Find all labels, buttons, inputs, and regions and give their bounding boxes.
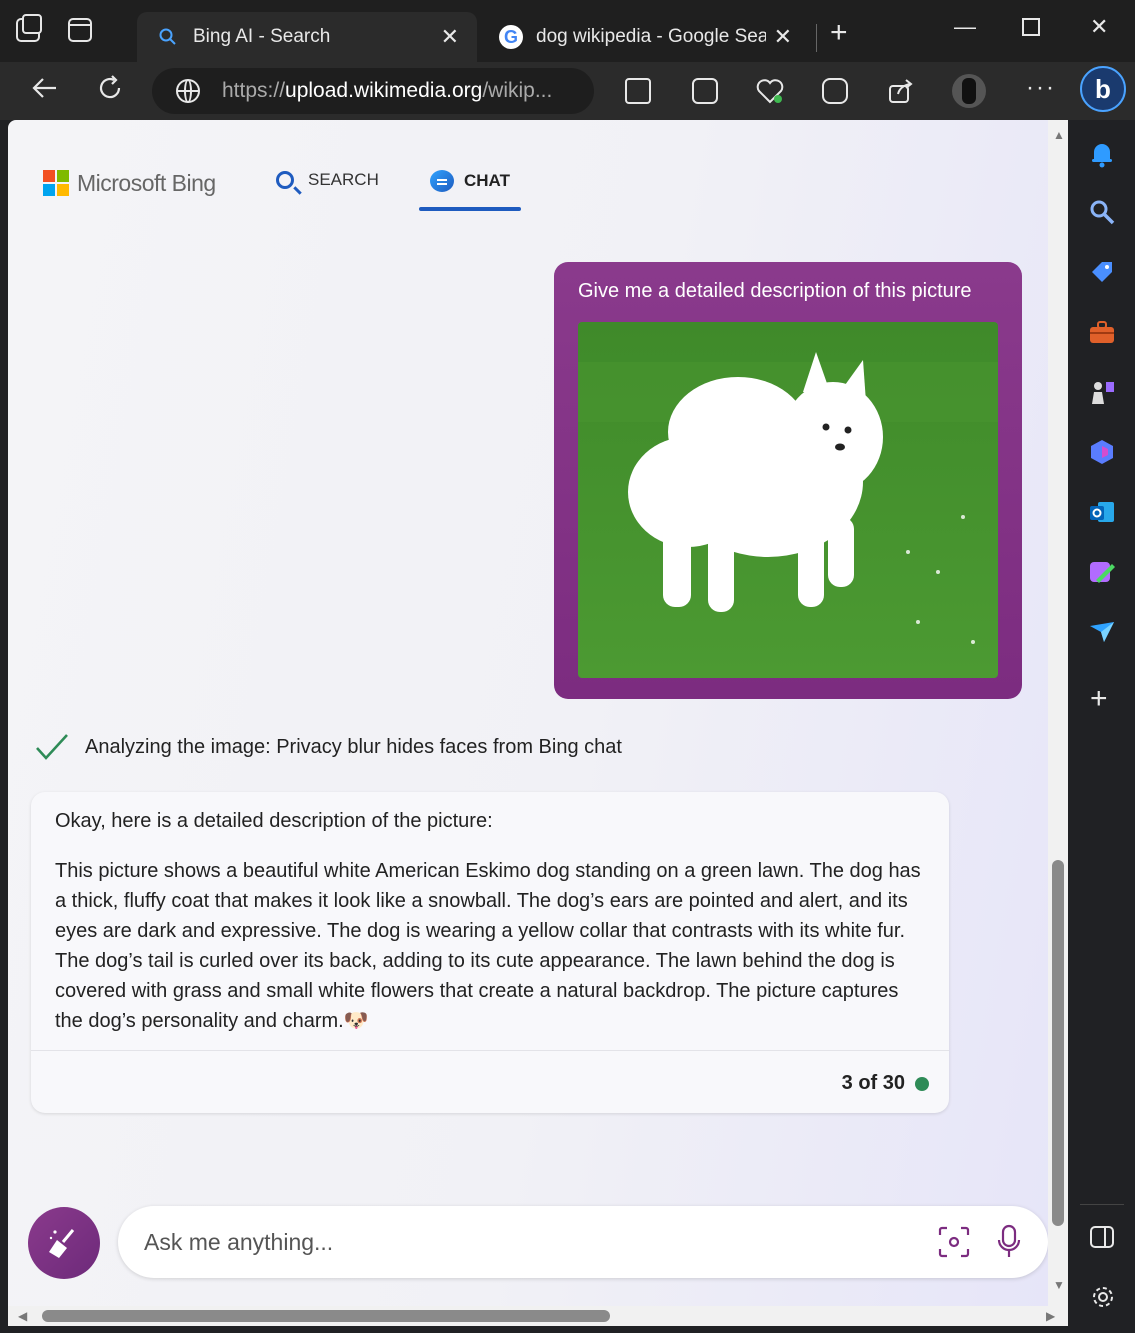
maximize-icon[interactable]: [1022, 18, 1040, 36]
vertical-tabs-icon[interactable]: [68, 18, 92, 42]
browser-window: Bing AI - Search ✕ G dog wikipedia - Goo…: [0, 0, 1135, 1333]
collections-icon[interactable]: [692, 78, 718, 104]
url-text: https://upload.wikimedia.org/wikip...: [222, 79, 553, 102]
more-icon[interactable]: ···: [1026, 74, 1056, 102]
tab-google-search[interactable]: G dog wikipedia - Google Search ✕: [480, 12, 810, 62]
minimize-icon[interactable]: —: [954, 14, 976, 40]
chat-input-box[interactable]: [118, 1206, 1048, 1278]
profile-avatar[interactable]: [952, 74, 986, 108]
brand-name[interactable]: Microsoft Bing: [77, 170, 216, 197]
bing-copilot-icon[interactable]: b: [1080, 66, 1126, 112]
shopping-icon[interactable]: [1088, 258, 1116, 286]
message-divider: [31, 1050, 949, 1051]
split-screen-icon[interactable]: [625, 78, 651, 104]
workspaces-icon[interactable]: [16, 14, 42, 42]
share-icon[interactable]: [888, 78, 914, 111]
nav-chat-tab[interactable]: CHAT: [430, 170, 510, 192]
back-icon[interactable]: [30, 74, 58, 109]
outlook-icon[interactable]: [1088, 498, 1116, 526]
nav-search-tab[interactable]: SEARCH: [276, 170, 379, 190]
tools-icon[interactable]: [1088, 318, 1116, 346]
vertical-scrollbar[interactable]: ▲ ▼: [1048, 120, 1068, 1306]
sidebar-divider: [1080, 1204, 1124, 1205]
chat-input[interactable]: [144, 1222, 904, 1262]
active-tab-indicator: [419, 207, 521, 211]
scroll-up-icon[interactable]: ▲: [1053, 128, 1065, 142]
checkmark-icon: [36, 734, 68, 760]
scroll-right-icon[interactable]: ▶: [1046, 1309, 1055, 1323]
search-icon[interactable]: [1088, 198, 1116, 226]
user-message-text: Give me a detailed description of this p…: [578, 280, 972, 302]
scroll-down-icon[interactable]: ▼: [1053, 1278, 1065, 1292]
add-icon[interactable]: +: [1090, 682, 1108, 716]
chat-icon: [430, 170, 454, 192]
uploaded-dog-image[interactable]: [578, 322, 998, 678]
bot-message: Okay, here is a detailed description of …: [31, 792, 949, 1113]
toolbar: https://upload.wikimedia.org/wikip... ··…: [0, 62, 1135, 120]
horizontal-scrollbar[interactable]: ◀ ▶: [8, 1306, 1068, 1326]
dog-emoji: 🐶: [343, 1010, 369, 1032]
close-icon[interactable]: ✕: [441, 24, 459, 50]
bot-message-body: This picture shows a beautiful white Ame…: [55, 860, 921, 1032]
bell-icon[interactable]: [1088, 140, 1116, 168]
user-message: Give me a detailed description of this p…: [554, 262, 1022, 699]
search-icon: [276, 171, 294, 189]
close-icon[interactable]: ✕: [774, 24, 792, 50]
scrollbar-thumb[interactable]: [42, 1310, 610, 1322]
send-icon[interactable]: [1088, 618, 1116, 646]
broom-icon: [49, 1229, 75, 1258]
tab-separator: [816, 24, 817, 52]
new-topic-button[interactable]: [28, 1207, 100, 1279]
address-bar[interactable]: https://upload.wikimedia.org/wikip...: [152, 68, 594, 114]
performance-icon[interactable]: [822, 78, 848, 104]
status-dot-icon: [915, 1076, 929, 1091]
visual-search-icon[interactable]: [938, 1226, 970, 1258]
tab-strip: Bing AI - Search ✕ G dog wikipedia - Goo…: [0, 0, 1135, 62]
microsoft-logo-icon: [43, 170, 69, 196]
tab-bing-ai[interactable]: Bing AI - Search ✕: [137, 12, 477, 62]
scrollbar-thumb[interactable]: [1052, 860, 1064, 1226]
scroll-left-icon[interactable]: ◀: [18, 1309, 27, 1323]
edge-sidebar: +: [1068, 120, 1135, 1333]
analysis-status: Analyzing the image: Privacy blur hides …: [35, 732, 622, 762]
sidebar-toggle-icon[interactable]: [1090, 1226, 1114, 1255]
microphone-icon[interactable]: [996, 1224, 1022, 1260]
search-icon: [155, 24, 181, 50]
status-text: Analyzing the image: Privacy blur hides …: [85, 735, 622, 758]
settings-icon[interactable]: [1090, 1284, 1116, 1317]
games-icon[interactable]: [1088, 378, 1116, 406]
close-window-icon[interactable]: ✕: [1090, 14, 1108, 40]
designer-icon[interactable]: [1088, 558, 1116, 586]
globe-icon: [176, 79, 200, 103]
office-icon[interactable]: [1088, 438, 1116, 466]
google-icon: G: [498, 24, 524, 50]
tab-title: dog wikipedia - Google Search: [536, 26, 766, 47]
browser-essentials-icon[interactable]: [756, 78, 784, 111]
bot-message-intro: Okay, here is a detailed description of …: [55, 810, 493, 832]
refresh-icon[interactable]: [96, 74, 124, 109]
turn-counter: 3 of 30: [842, 1072, 929, 1095]
new-tab-icon[interactable]: +: [830, 18, 848, 48]
tab-title: Bing AI - Search: [193, 26, 331, 47]
bing-chat-page: Microsoft Bing SEARCH CHAT Give me a det…: [8, 120, 1048, 1306]
